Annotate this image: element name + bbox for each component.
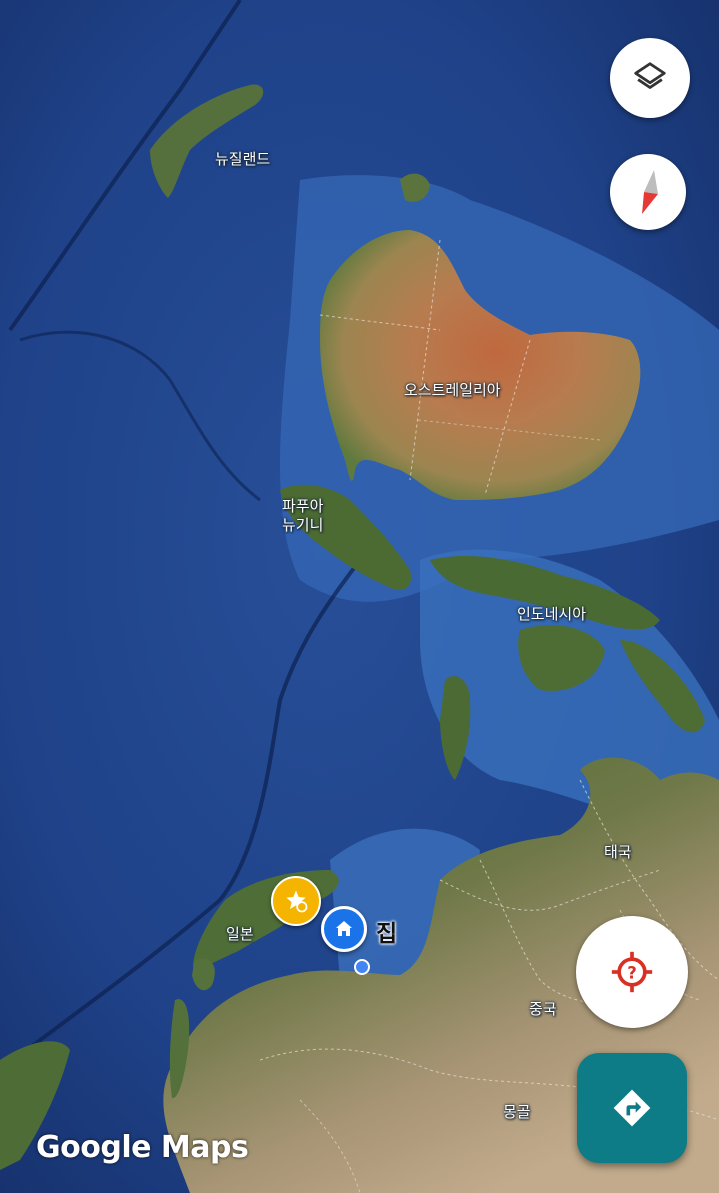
compass-button[interactable] bbox=[610, 154, 686, 230]
home-marker[interactable] bbox=[321, 906, 367, 952]
place-label-indonesia[interactable]: 인도네시아 bbox=[517, 605, 586, 624]
current-location-dot[interactable] bbox=[354, 959, 370, 975]
my-location-button[interactable]: ? bbox=[576, 916, 688, 1028]
layers-icon bbox=[634, 62, 666, 89]
star-place-icon bbox=[286, 890, 308, 913]
directions-button[interactable] bbox=[577, 1053, 687, 1163]
directions-icon bbox=[613, 1089, 651, 1127]
place-label-papua-new-guinea[interactable]: 파푸아 뉴기니 bbox=[282, 497, 323, 535]
starred-place-marker[interactable] bbox=[271, 876, 321, 926]
google-maps-logo: Google Maps bbox=[36, 1130, 249, 1165]
svg-text:?: ? bbox=[627, 963, 637, 982]
place-label-china[interactable]: 중국 bbox=[529, 1000, 557, 1019]
place-label-australia[interactable]: 오스트레일리아 bbox=[404, 381, 501, 400]
home-icon bbox=[336, 921, 352, 936]
place-label-thailand[interactable]: 태국 bbox=[604, 843, 632, 862]
layers-button[interactable] bbox=[610, 38, 690, 118]
location-unknown-icon: ? bbox=[611, 951, 653, 993]
compass-icon bbox=[642, 170, 658, 214]
place-label-mongolia[interactable]: 몽골 bbox=[503, 1103, 531, 1122]
place-label-japan[interactable]: 일본 bbox=[226, 925, 254, 944]
place-label-new-zealand[interactable]: 뉴질랜드 bbox=[215, 150, 270, 169]
home-label[interactable]: 집 bbox=[376, 914, 397, 948]
